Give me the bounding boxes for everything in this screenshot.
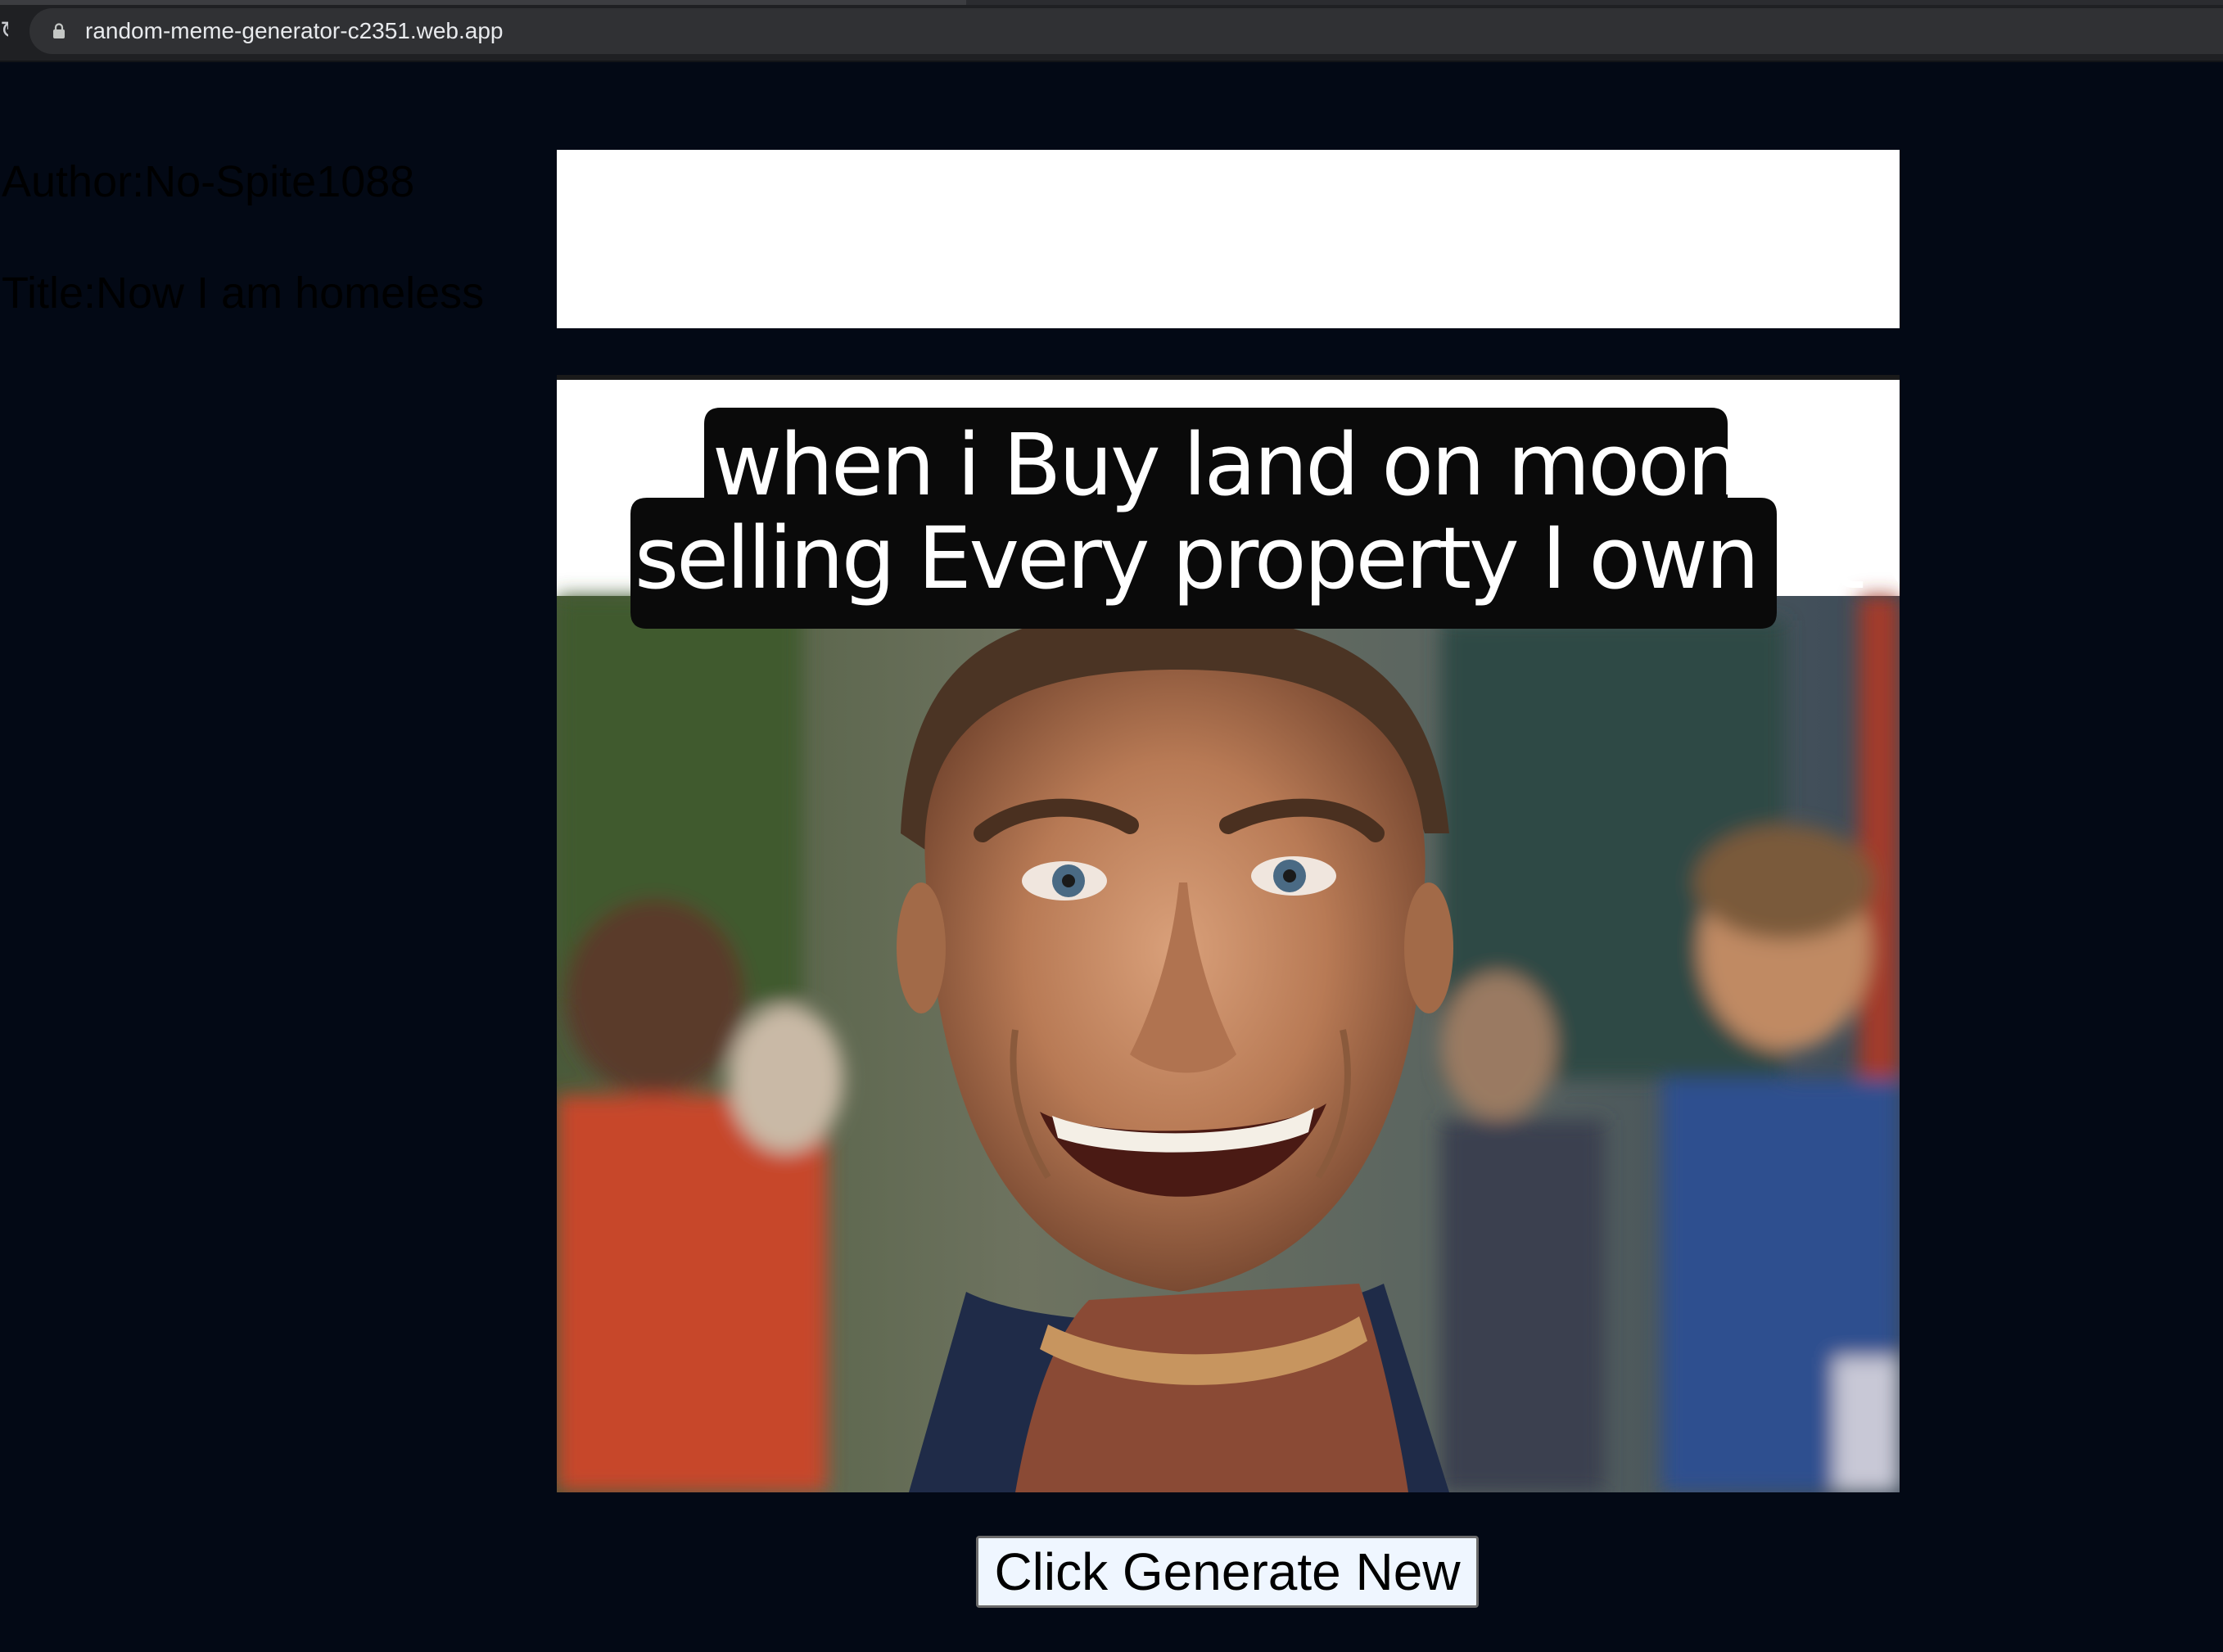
author-line: Author:No-Spite1088 xyxy=(2,157,415,206)
active-tab[interactable] xyxy=(0,0,966,5)
tab-strip xyxy=(0,0,2223,5)
meme-caption-line-1: when i Buy land on moon after xyxy=(712,415,1900,515)
meme-info-card xyxy=(557,150,1900,328)
url-text[interactable]: random-meme-generator-c2351.web.app xyxy=(85,15,504,47)
lock-icon[interactable] xyxy=(52,23,66,39)
toolbar-divider xyxy=(0,61,2223,62)
generate-new-button[interactable]: Click Generate New xyxy=(976,1536,1479,1608)
meme-caption-line-2: selling Every property I own at earth xyxy=(635,508,1900,608)
title-line: Title:Now I am homeless xyxy=(2,269,485,318)
reload-icon[interactable]: ↻ xyxy=(0,11,8,51)
meme-image: when i Buy land on moon after selling Ev… xyxy=(557,375,1900,1492)
browser-toolbar: ↻ random-meme-generator-c2351.web.app xyxy=(0,0,2223,62)
